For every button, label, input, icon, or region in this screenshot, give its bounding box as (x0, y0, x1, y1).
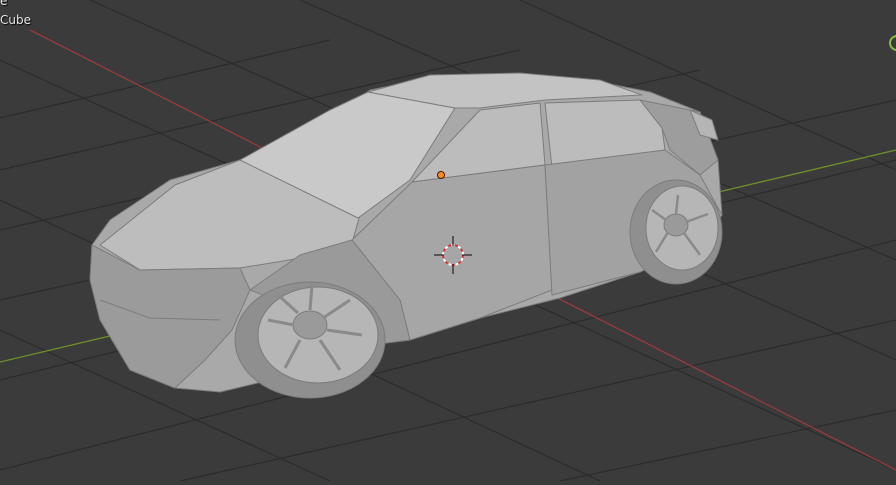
object-origin-dot[interactable] (437, 171, 445, 179)
viewport-info-line: e (0, 0, 8, 8)
3d-viewport[interactable]: e Cube (0, 0, 896, 482)
front-wheel[interactable] (234, 281, 386, 399)
car-model[interactable] (89, 72, 723, 393)
viewport-canvas[interactable] (0, 0, 896, 482)
rear-wheel[interactable] (629, 179, 723, 285)
active-object-label: Cube (0, 13, 31, 27)
